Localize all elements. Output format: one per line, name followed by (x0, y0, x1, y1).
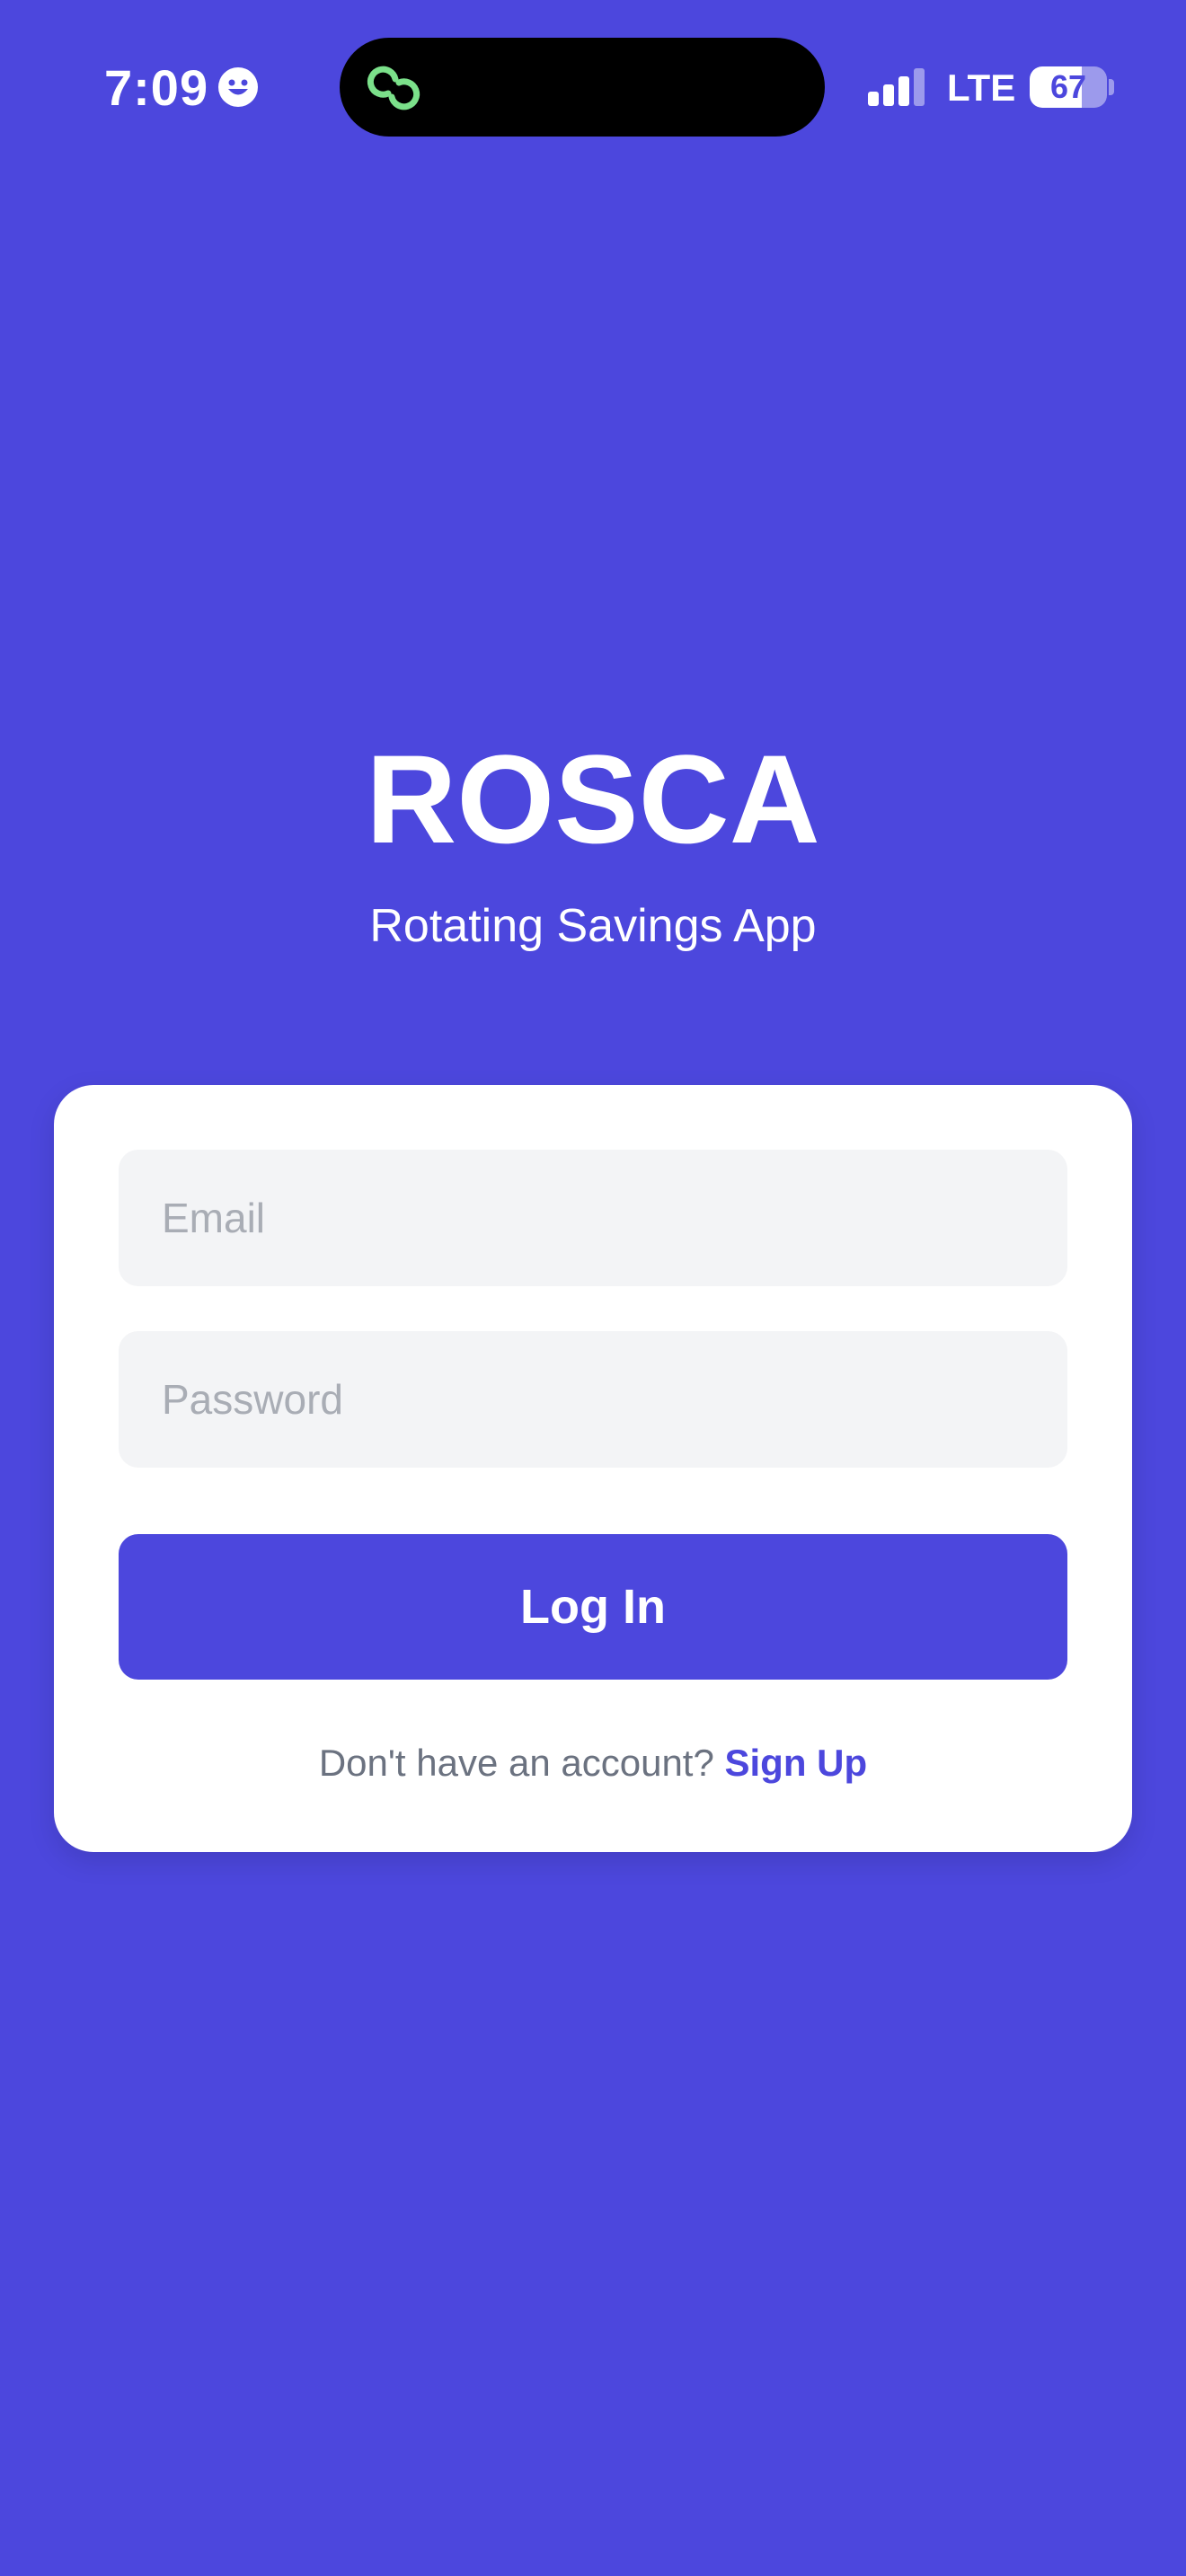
email-field[interactable] (119, 1150, 1067, 1286)
app-subtitle: Rotating Savings App (369, 900, 817, 952)
network-type-label: LTE (947, 66, 1016, 109)
signup-link[interactable]: Sign Up (725, 1742, 868, 1784)
smiley-face-icon (217, 66, 259, 108)
login-button[interactable]: Log In (119, 1534, 1067, 1680)
signup-prompt-row: Don't have an account? Sign Up (54, 1732, 1132, 1795)
status-time: 7:09 (104, 59, 209, 116)
battery-cap (1109, 79, 1114, 95)
status-bar: 7:09 LTE 67 (0, 0, 1186, 180)
battery-icon: 67 (1030, 66, 1107, 108)
login-card: Log In Don't have an account? Sign Up (54, 1085, 1132, 1852)
battery-percentage: 67 (1049, 68, 1087, 105)
app-title: ROSCA (366, 728, 820, 869)
signup-prompt-text: Don't have an account? (318, 1742, 714, 1784)
link-rings-icon (361, 63, 426, 113)
cellular-signal-icon (866, 66, 927, 108)
dynamic-island (340, 38, 825, 137)
password-field[interactable] (119, 1331, 1067, 1468)
